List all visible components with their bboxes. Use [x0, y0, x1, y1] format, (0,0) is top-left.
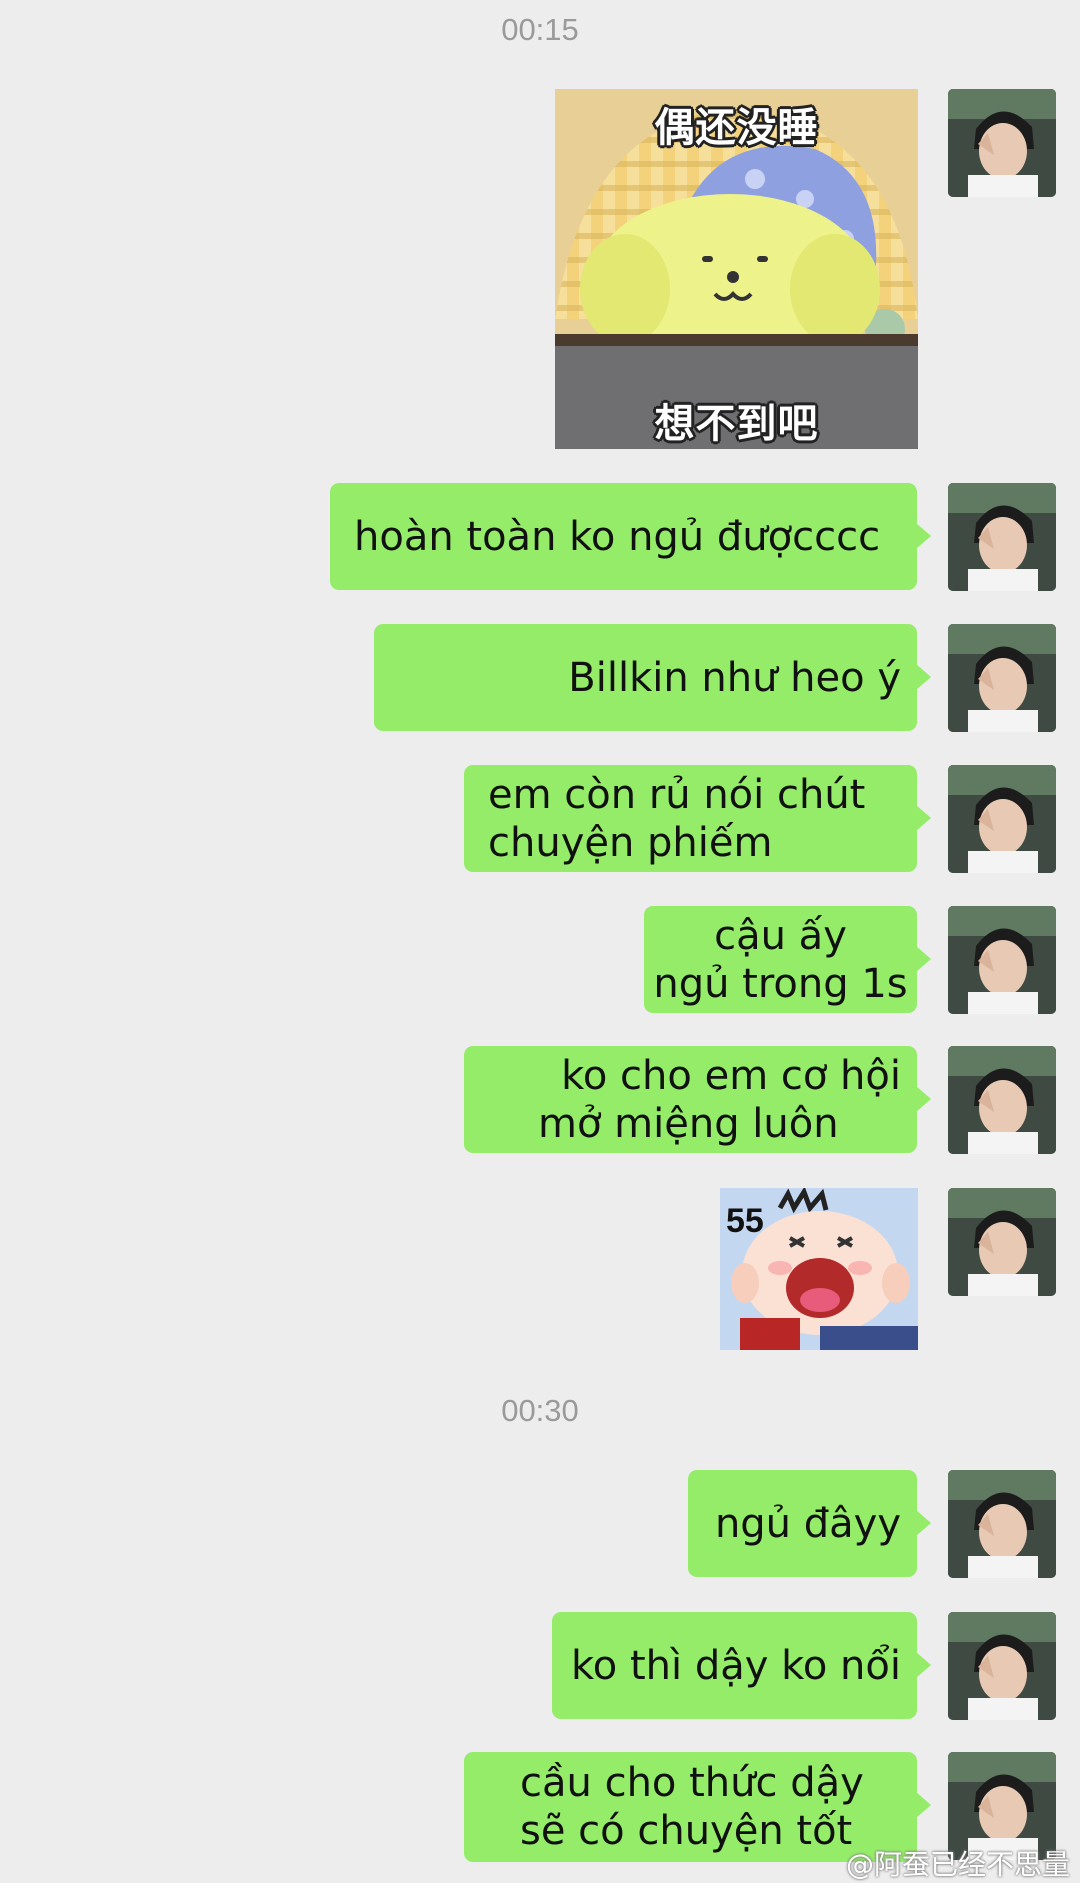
message-text-line: sẽ có chuyện tốt: [520, 1808, 853, 1854]
avatar[interactable]: [948, 1612, 1056, 1720]
user-avatar-image: [948, 89, 1056, 197]
message-bubble[interactable]: ko cho em cơ hội mở miệng luôn: [464, 1046, 931, 1153]
bubble-tail: [916, 805, 931, 831]
message-bubble[interactable]: em còn rủ nói chút chuyện phiếm: [464, 765, 931, 872]
message-bubble[interactable]: cậu ấy ngủ trong 1s: [644, 906, 931, 1013]
avatar[interactable]: [948, 906, 1056, 1014]
bubble-tail: [916, 1086, 931, 1112]
message-bubble[interactable]: hoàn toàn ko ngủ đượcccc: [330, 483, 931, 590]
sticker-sleepy-dog[interactable]: 偶还没睡 想不到吧: [555, 89, 918, 449]
avatar[interactable]: [948, 89, 1056, 197]
user-avatar-image: [948, 624, 1056, 732]
message-text-line: chuyện phiếm: [488, 819, 773, 866]
bubble-tail: [916, 1510, 931, 1536]
avatar[interactable]: [948, 1046, 1056, 1154]
message-bubble[interactable]: ko thì dậy ko nổi: [552, 1612, 931, 1719]
message-text-line: ko cho em cơ hội: [561, 1052, 901, 1099]
user-avatar-image: [948, 765, 1056, 873]
bubble-tail: [916, 523, 931, 549]
timestamp-1: 00:15: [501, 12, 579, 47]
message-text-line: mở miệng luôn: [538, 1100, 839, 1147]
message-bubble[interactable]: Billkin như heo ý: [374, 624, 931, 731]
message-text-line: cậu ấy: [714, 912, 847, 959]
watermark-credit: @阿蚕已经不思量: [845, 1848, 1070, 1881]
user-avatar-image: [948, 1470, 1056, 1578]
message-text-line: hoàn toàn ko ngủ đượcccc: [354, 513, 881, 560]
user-avatar-image: [948, 1612, 1056, 1720]
bubble-tail: [916, 946, 931, 972]
bubble-tail: [916, 1652, 931, 1678]
avatar[interactable]: [948, 483, 1056, 591]
message-text-line: ngủ đâyy: [714, 1500, 901, 1547]
bubble-tail: [916, 664, 931, 690]
avatar[interactable]: [948, 1470, 1056, 1578]
avatar[interactable]: [948, 624, 1056, 732]
message-text-line: em còn rủ nói chút: [488, 771, 866, 818]
sticker-bottom-caption: 想不到吧: [654, 401, 819, 447]
message-text-line: ngủ trong 1s: [653, 960, 908, 1007]
bubble-tail: [916, 1792, 931, 1818]
message-bubble[interactable]: ngủ đâyy: [688, 1470, 931, 1577]
sticker-label: 55: [726, 1202, 764, 1240]
timestamp-2: 00:30: [501, 1393, 579, 1428]
user-avatar-image: [948, 483, 1056, 591]
avatar[interactable]: [948, 1188, 1056, 1296]
sticker-top-caption: 偶还没睡: [654, 105, 819, 151]
sticker-crying-kid[interactable]: 55: [720, 1188, 918, 1350]
message-text-line: Billkin như heo ý: [568, 654, 901, 701]
message-text-line: ko thì dậy ko nổi: [571, 1642, 901, 1689]
user-avatar-image: [948, 906, 1056, 1014]
message-text-line: cầu cho thức dậy: [520, 1760, 864, 1806]
user-avatar-image: [948, 1046, 1056, 1154]
user-avatar-image: [948, 1188, 1056, 1296]
avatar[interactable]: [948, 765, 1056, 873]
